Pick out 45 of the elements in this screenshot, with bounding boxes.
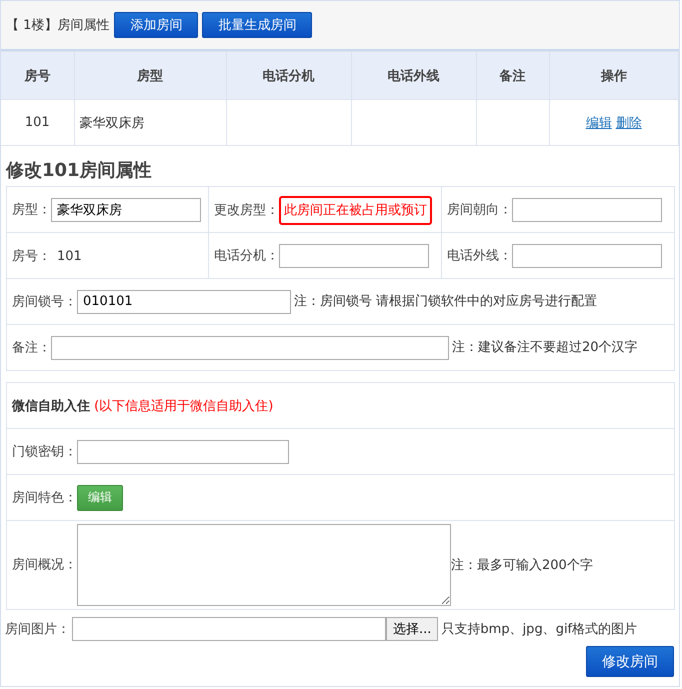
field-label: 更改房型：	[214, 202, 279, 218]
action-link[interactable]: 删除	[616, 116, 642, 130]
table-cell: 101	[1, 100, 74, 146]
section-heading: 微信自助入住	[12, 398, 90, 414]
field-label: 房号：	[12, 248, 51, 264]
column-header: 操作	[549, 52, 678, 100]
occupied-warning: 此房间正在被占用或预订	[279, 196, 432, 224]
extension-field[interactable]	[279, 244, 429, 268]
lock-key-field[interactable]	[77, 440, 289, 464]
field-label: 房间锁号：	[12, 294, 77, 310]
choose-file-button[interactable]: 选择...	[386, 617, 438, 641]
field-label: 房间特色：	[12, 490, 77, 506]
field-label: 电话外线：	[447, 248, 512, 264]
note-text: 注：房间锁号 请根据门锁软件中的对应房号进行配置	[294, 294, 598, 310]
column-header: 房号	[1, 52, 74, 100]
note-text: 注：最多可输入200个字	[451, 558, 593, 573]
action-link[interactable]: 编辑	[586, 116, 612, 130]
overview-textarea[interactable]	[77, 524, 451, 606]
lock-number-field[interactable]: 010101	[77, 290, 291, 314]
field-label: 电话分机：	[214, 248, 279, 264]
column-header: 备注	[476, 52, 549, 100]
table-cell: 豪华双床房	[74, 100, 226, 146]
field-label: 房间朝向：	[447, 202, 512, 218]
field-label: 房间图片：	[5, 621, 70, 638]
section-subheading: (以下信息适用于微信自助入住)	[94, 398, 274, 414]
note-text: 只支持bmp、jpg、gif格式的图片	[441, 621, 638, 638]
field-label: 房间概况：	[12, 558, 77, 573]
field-label: 备注：	[12, 340, 51, 356]
column-header: 房型	[74, 52, 226, 100]
room-type-field[interactable]: 豪华双床房	[51, 198, 201, 222]
submit-button[interactable]: 修改房间	[586, 646, 674, 677]
form-title: 修改101房间属性	[4, 159, 153, 183]
floor-label: 【 1楼】房间属性	[6, 17, 110, 34]
field-label: 门锁密钥：	[12, 444, 77, 460]
outside-line-field[interactable]	[512, 244, 662, 268]
photo-path-field[interactable]	[72, 617, 386, 641]
orientation-field[interactable]	[512, 198, 662, 222]
toolbar-button[interactable]: 批量生成房间	[202, 12, 312, 38]
toolbar-button[interactable]: 添加房间	[114, 12, 198, 38]
room-number: 101	[57, 248, 82, 264]
note-text: 注：建议备注不要超过20个汉字	[452, 340, 638, 356]
remark-field[interactable]	[51, 336, 449, 360]
column-header: 电话外线	[351, 52, 476, 100]
field-label: 房型：	[12, 202, 51, 218]
column-header: 电话分机	[226, 52, 351, 100]
